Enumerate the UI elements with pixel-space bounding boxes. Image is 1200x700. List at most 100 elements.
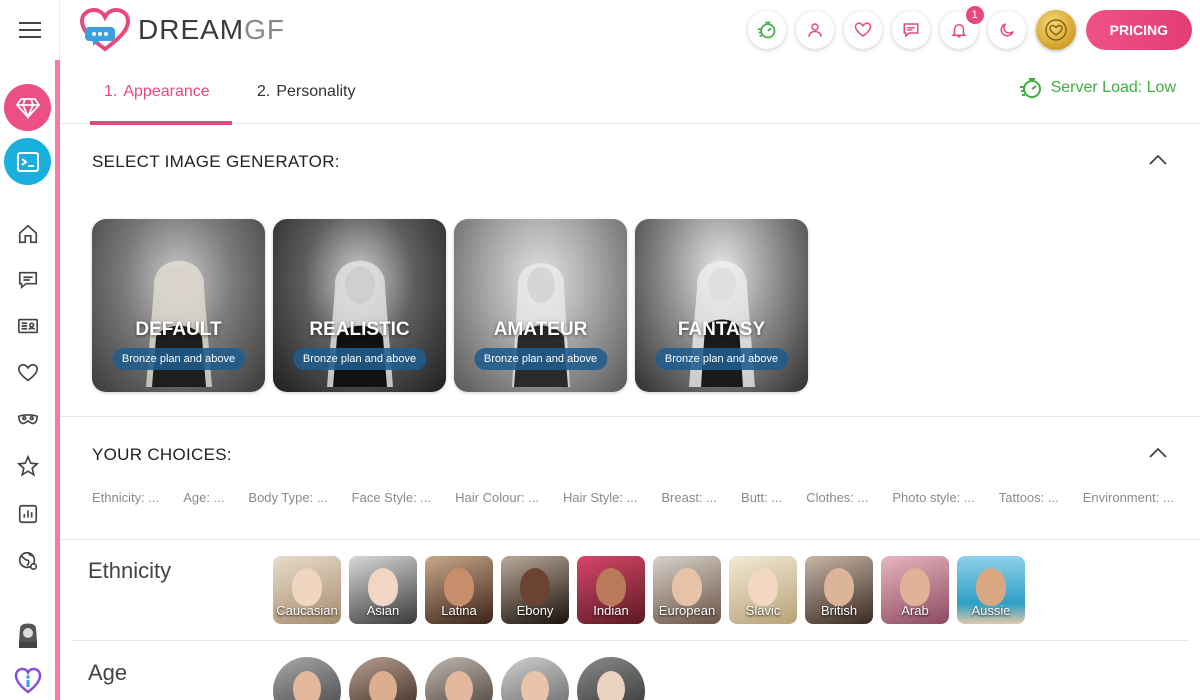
sidebar-item-favorites[interactable] xyxy=(14,359,42,387)
image-generator-title: SELECT IMAGE GENERATOR: xyxy=(92,152,340,171)
ethnicity-option-asian[interactable]: Asian xyxy=(349,556,417,624)
sidebar-item-stats[interactable] xyxy=(14,500,42,528)
age-option[interactable] xyxy=(273,657,341,700)
ethnicity-option-latina[interactable]: Latina xyxy=(425,556,493,624)
menu-icon xyxy=(18,22,41,38)
face-photo xyxy=(748,568,778,606)
option-label: Ebony xyxy=(516,603,554,618)
option-label: Asian xyxy=(366,603,400,618)
sidebar-item-roleplay[interactable] xyxy=(14,406,42,434)
generator-name: REALISTIC xyxy=(309,319,410,340)
tab-number: 2. xyxy=(257,83,271,100)
choice-breast: Breast: ... xyxy=(661,490,718,505)
heart-icon xyxy=(854,22,871,37)
pricing-button[interactable]: PRICING xyxy=(1085,10,1192,50)
ethnicity-option-arab[interactable]: Arab xyxy=(881,556,949,624)
chevron-up-icon xyxy=(1149,155,1167,165)
generator-name: DEFAULT xyxy=(135,319,222,340)
plan-badge: Bronze plan and above xyxy=(292,348,427,370)
generator-card-amateur[interactable]: AMATEUR Bronze plan and above xyxy=(454,219,627,392)
age-option[interactable] xyxy=(349,657,417,700)
tab-label: Appearance xyxy=(123,83,210,100)
face-photo xyxy=(824,568,854,606)
generator-name: FANTASY xyxy=(677,319,766,340)
tab-number: 1. xyxy=(104,83,118,100)
dark-mode-toggle[interactable] xyxy=(987,11,1026,49)
choice-photo-style: Photo style: ... xyxy=(892,490,975,505)
sidebar-item-profile-card[interactable] xyxy=(14,312,42,340)
coins-button[interactable] xyxy=(1035,10,1076,50)
globe-icon xyxy=(18,551,38,571)
sidebar-item-home[interactable] xyxy=(14,220,42,248)
face-photo xyxy=(597,671,625,700)
collapse-generator-button[interactable] xyxy=(1148,150,1168,170)
age-option[interactable] xyxy=(425,657,493,700)
speed-icon xyxy=(1019,78,1041,98)
logo[interactable]: DREAMGF xyxy=(80,8,285,52)
face-photo xyxy=(293,671,321,700)
choice-hair-style: Hair Style: ... xyxy=(562,490,638,505)
option-label: Latina xyxy=(441,603,477,618)
choice-body-type: Body Type: ... xyxy=(248,490,328,505)
face-photo xyxy=(445,671,473,700)
server-speed-button[interactable] xyxy=(747,11,786,49)
collapse-choices-button[interactable] xyxy=(1148,443,1168,463)
face-photo xyxy=(596,568,626,606)
sidebar-avatar[interactable] xyxy=(14,620,42,648)
face-photo xyxy=(444,568,474,606)
ethnicity-option-slavic[interactable]: Slavic xyxy=(729,556,797,624)
avatar xyxy=(19,623,37,648)
age-option[interactable] xyxy=(577,657,645,700)
ethnicity-option-british[interactable]: British xyxy=(805,556,873,624)
tab-appearance[interactable]: 1. Appearance xyxy=(90,60,232,125)
ethnicity-option-european[interactable]: European xyxy=(653,556,721,624)
profile-button[interactable] xyxy=(795,11,834,49)
ethnicity-label: Ethnicity xyxy=(88,558,172,583)
face-photo xyxy=(900,568,930,606)
ethnicity-option-ebony[interactable]: Ebony xyxy=(501,556,569,624)
choice-environment: Environment: ... xyxy=(1082,490,1174,505)
plan-badge: Bronze plan and above xyxy=(654,348,789,370)
coin-icon xyxy=(1044,19,1067,41)
choice-clothes: Clothes: ... xyxy=(806,490,869,505)
notification-badge: 1 xyxy=(965,6,984,24)
sidebar-info-logo[interactable] xyxy=(14,666,42,694)
generator-card-default[interactable]: DEFAULT Bronze plan and above xyxy=(92,219,265,392)
sidebar-premium-button[interactable] xyxy=(4,84,51,131)
ethnicity-option-indian[interactable]: Indian xyxy=(577,556,645,624)
ethnicity-option-aussie[interactable]: Aussie xyxy=(957,556,1025,624)
id-card-icon xyxy=(18,318,38,334)
section-divider xyxy=(60,416,1200,417)
plan-badge: Bronze plan and above xyxy=(473,348,608,370)
favorites-button[interactable] xyxy=(843,11,882,49)
choice-hair-colour: Hair Colour: ... xyxy=(455,490,539,505)
option-label: Arab xyxy=(901,603,929,618)
your-choices-title: YOUR CHOICES: xyxy=(92,445,232,464)
generator-card-fantasy[interactable]: FANTASY Bronze plan and above xyxy=(635,219,808,392)
age-option[interactable] xyxy=(501,657,569,700)
notifications-button[interactable]: 1 xyxy=(939,6,984,49)
choices-summary: Ethnicity: ... Age: ... Body Type: ... F… xyxy=(92,490,1174,505)
heart-icon xyxy=(18,363,38,382)
sidebar-item-chat[interactable] xyxy=(14,266,42,294)
main-content: 1. Appearance 2. Personality Server Load… xyxy=(60,60,1200,700)
sidebar-terminal-button[interactable] xyxy=(4,138,51,185)
generator-card-realistic[interactable]: REALISTIC Bronze plan and above xyxy=(273,219,446,392)
hamburger-menu-button[interactable] xyxy=(0,0,60,60)
tab-personality[interactable]: 2. Personality xyxy=(257,60,356,124)
row-divider xyxy=(72,640,1188,641)
option-label: Slavic xyxy=(745,603,781,618)
sidebar-item-explore[interactable] xyxy=(14,547,42,575)
bell-icon xyxy=(950,24,967,38)
choice-butt: Butt: ... xyxy=(741,490,783,505)
sidebar-item-starred[interactable] xyxy=(14,452,42,480)
option-label: British xyxy=(820,603,858,618)
messages-button[interactable] xyxy=(891,11,930,49)
user-icon xyxy=(807,23,822,37)
star-icon xyxy=(17,455,39,477)
chat-icon xyxy=(903,23,919,38)
ethnicity-option-caucasian[interactable]: Caucasian xyxy=(273,556,341,624)
heart-logo-icon xyxy=(80,8,130,52)
logo-text: DREAMGF xyxy=(138,14,285,46)
choice-tattoos: Tattoos: ... xyxy=(998,490,1059,505)
